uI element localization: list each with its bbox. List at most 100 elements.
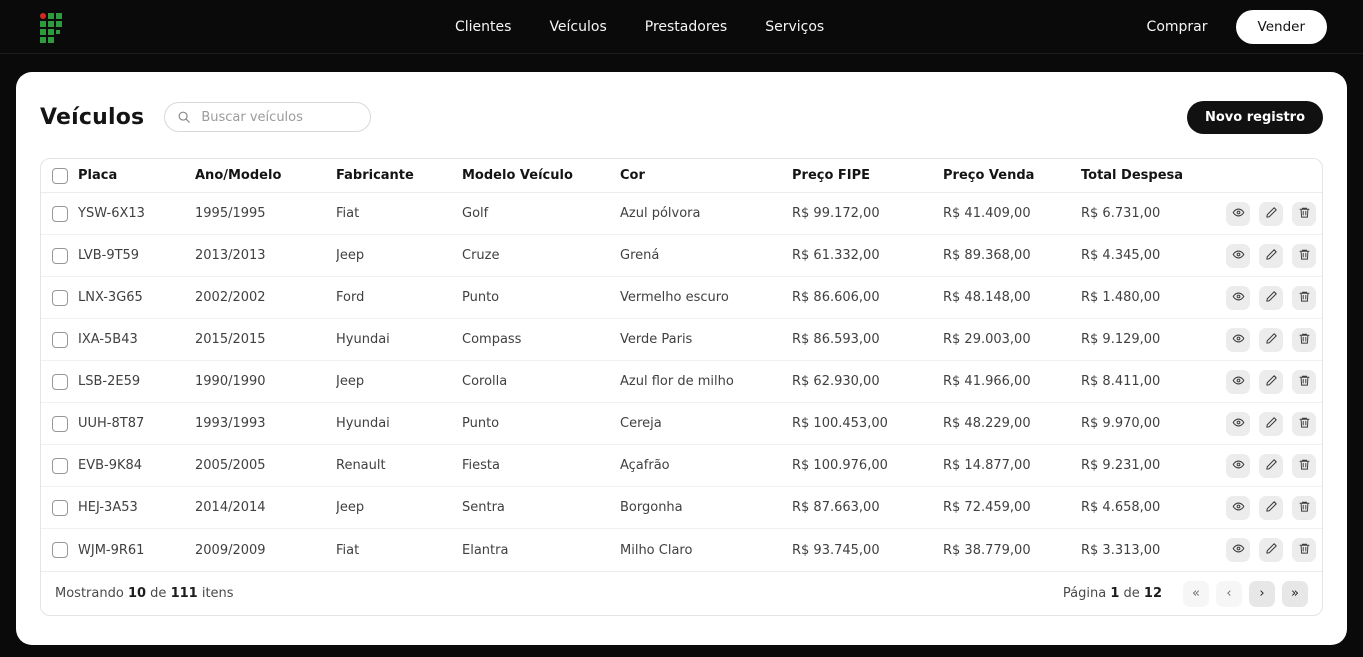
row-checkbox[interactable] <box>51 457 68 474</box>
cell-placa: YSW-6X13 <box>78 206 145 221</box>
cell-ano-modelo: 1995/1995 <box>195 206 266 221</box>
col-fabricante: Fabricante <box>336 168 414 183</box>
search-icon <box>178 111 191 123</box>
row-checkbox[interactable] <box>51 373 68 390</box>
pencil-icon <box>1265 458 1278 474</box>
next-page-button[interactable]: › <box>1249 580 1275 607</box>
cell-preco-venda: R$ 89.368,00 <box>943 248 1031 263</box>
trash-icon <box>1298 458 1311 474</box>
delete-button[interactable] <box>1292 285 1316 310</box>
cell-placa: EVB-9K84 <box>78 458 143 473</box>
eye-icon <box>1232 416 1245 432</box>
trash-icon <box>1298 290 1311 306</box>
cell-total-despesa: R$ 9.129,00 <box>1081 332 1161 347</box>
edit-button[interactable] <box>1259 453 1283 478</box>
trash-icon <box>1298 332 1311 348</box>
cell-modelo-veiculo: Corolla <box>462 374 508 389</box>
nav-item-veiculos[interactable]: Veículos <box>549 19 606 35</box>
pencil-icon <box>1265 290 1278 306</box>
vehicles-card: Veículos Novo registro Placa Ano/Modelo … <box>16 72 1347 645</box>
vehicles-table: Placa Ano/Modelo Fabricante Modelo Veícu… <box>40 158 1323 616</box>
table-body: YSW-6X13 1995/1995 Fiat Golf Azul pólvora R$ … <box>41 193 1322 571</box>
edit-button[interactable] <box>1259 538 1283 562</box>
view-button[interactable] <box>1226 411 1250 436</box>
edit-button[interactable] <box>1259 243 1283 268</box>
cell-placa: HEJ-3A53 <box>78 500 138 515</box>
cell-preco-fipe: R$ 86.593,00 <box>792 332 880 347</box>
eye-icon <box>1232 290 1245 306</box>
cell-preco-venda: R$ 14.877,00 <box>943 458 1031 473</box>
delete-button[interactable] <box>1292 538 1316 562</box>
cell-placa: LNX-3G65 <box>78 290 143 305</box>
delete-button[interactable] <box>1292 411 1316 436</box>
delete-button[interactable] <box>1292 369 1316 394</box>
nav-item-servicos[interactable]: Serviços <box>765 19 824 35</box>
select-all-checkbox[interactable] <box>51 167 68 184</box>
comprar-link[interactable]: Comprar <box>1147 19 1208 35</box>
cell-ano-modelo: 1990/1990 <box>195 374 266 389</box>
pencil-icon <box>1265 206 1278 222</box>
view-button[interactable] <box>1226 243 1250 268</box>
cell-ano-modelo: 2013/2013 <box>195 248 266 263</box>
cell-placa: LSB-2E59 <box>78 374 141 389</box>
cell-ano-modelo: 2005/2005 <box>195 458 266 473</box>
cell-ano-modelo: 2009/2009 <box>195 542 266 558</box>
new-record-button[interactable]: Novo registro <box>1186 100 1323 134</box>
trash-icon <box>1298 542 1311 558</box>
cell-ano-modelo: 2002/2002 <box>195 290 266 305</box>
table-row: LVB-9T59 2013/2013 Jeep Cruze Grená R$ 61.332… <box>41 235 1322 277</box>
edit-button[interactable] <box>1259 411 1283 436</box>
cell-preco-fipe: R$ 93.745,00 <box>792 542 880 558</box>
view-button[interactable] <box>1226 327 1250 352</box>
cell-modelo-veiculo: Golf <box>462 206 489 221</box>
view-button[interactable] <box>1226 285 1250 310</box>
row-checkbox[interactable] <box>51 289 68 306</box>
view-button[interactable] <box>1226 538 1250 562</box>
cell-cor: Borgonha <box>620 500 683 515</box>
view-button[interactable] <box>1226 495 1250 520</box>
row-checkbox-cell <box>41 247 78 264</box>
search-input[interactable] <box>164 102 372 132</box>
cell-total-despesa: R$ 8.411,00 <box>1081 374 1161 389</box>
cell-preco-venda: R$ 48.229,00 <box>943 416 1031 431</box>
vender-button[interactable]: Vender <box>1235 10 1327 44</box>
nav-item-clientes[interactable]: Clientes <box>455 19 511 35</box>
cell-modelo-veiculo: Compass <box>462 332 522 347</box>
prev-page-button[interactable]: ‹ <box>1216 580 1242 607</box>
nav-item-prestadores[interactable]: Prestadores <box>645 19 727 35</box>
table-header-row: Placa Ano/Modelo Fabricante Modelo Veícu… <box>41 159 1322 193</box>
delete-button[interactable] <box>1292 495 1316 520</box>
edit-button[interactable] <box>1259 495 1283 520</box>
row-checkbox[interactable] <box>51 542 68 558</box>
cell-preco-fipe: R$ 62.930,00 <box>792 374 880 389</box>
cell-cor: Cereja <box>620 416 662 431</box>
cell-fabricante: Hyundai <box>336 416 390 431</box>
delete-button[interactable] <box>1292 453 1316 478</box>
delete-button[interactable] <box>1292 327 1316 352</box>
search-wrap <box>164 102 372 132</box>
col-preco-fipe: Preço FIPE <box>792 168 871 183</box>
row-checkbox[interactable] <box>51 499 68 516</box>
row-checkbox[interactable] <box>51 247 68 264</box>
last-page-button[interactable]: » <box>1282 580 1308 607</box>
edit-button[interactable] <box>1259 369 1283 394</box>
row-checkbox[interactable] <box>51 415 68 432</box>
edit-button[interactable] <box>1259 201 1283 226</box>
view-button[interactable] <box>1226 453 1250 478</box>
view-button[interactable] <box>1226 369 1250 394</box>
row-checkbox[interactable] <box>51 205 68 222</box>
edit-button[interactable] <box>1259 327 1283 352</box>
row-checkbox-cell <box>41 373 78 390</box>
first-page-button[interactable]: « <box>1183 580 1209 607</box>
row-checkbox[interactable] <box>51 331 68 348</box>
delete-button[interactable] <box>1292 243 1316 268</box>
row-actions <box>1226 453 1322 478</box>
cell-fabricante: Ford <box>336 290 365 305</box>
eye-icon <box>1232 206 1245 222</box>
edit-button[interactable] <box>1259 285 1283 310</box>
items-count-text: Mostrando 10 de 111 itens <box>55 586 234 601</box>
cell-modelo-veiculo: Sentra <box>462 500 505 515</box>
delete-button[interactable] <box>1292 201 1316 226</box>
cell-total-despesa: R$ 9.231,00 <box>1081 458 1161 473</box>
view-button[interactable] <box>1226 201 1250 226</box>
